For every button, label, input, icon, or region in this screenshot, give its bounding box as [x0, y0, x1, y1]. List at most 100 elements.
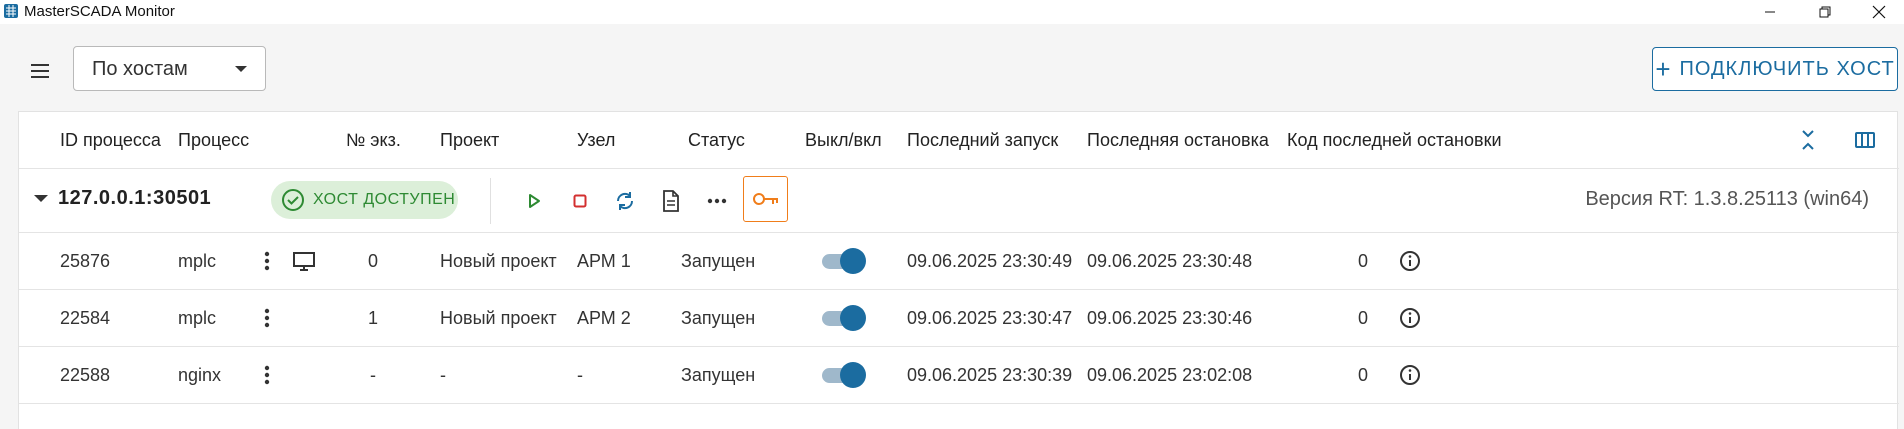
process-cell: mplc — [178, 251, 217, 271]
last-stop-cell: 09.06.2025 23:30:48 — [1087, 251, 1253, 271]
pid-cell: 22588 — [60, 365, 111, 385]
last-stop-cell: 09.06.2025 23:30:46 — [1087, 308, 1253, 328]
license-key-button[interactable] — [743, 176, 788, 222]
instance-cell: - — [370, 365, 376, 385]
play-icon — [529, 194, 540, 208]
open-monitor-button[interactable] — [292, 250, 316, 272]
process-table: ID процесса Процесс № экз. Проект Узел С… — [18, 111, 1899, 429]
plus-icon: + — [1655, 54, 1672, 84]
toggle-knob — [840, 248, 866, 274]
connect-host-label: ПОДКЛЮЧИТЬ ХОСТ — [1679, 57, 1895, 80]
enable-toggle[interactable] — [820, 362, 868, 388]
stop-code-cell: 0 — [1358, 365, 1369, 385]
stop-host-button[interactable] — [566, 187, 594, 215]
project-cell: Новый проект — [440, 251, 557, 271]
column-header-status[interactable]: Статус — [688, 112, 745, 168]
column-header-instance[interactable]: № экз. — [346, 112, 401, 168]
menu-button[interactable] — [24, 58, 56, 84]
last-start-cell: 09.06.2025 23:30:39 — [907, 365, 1073, 385]
host-log-button[interactable] — [657, 187, 685, 215]
project-cell: - — [440, 365, 446, 385]
check-circle-icon — [282, 189, 304, 211]
kebab-menu-icon — [264, 251, 270, 271]
columns-button[interactable] — [1853, 128, 1877, 152]
info-icon[interactable] — [1399, 250, 1421, 272]
last-stop-cell: 09.06.2025 23:02:08 — [1087, 365, 1253, 385]
column-header-toggle[interactable]: Выкл/вкл — [805, 112, 882, 168]
info-icon[interactable] — [1399, 364, 1421, 386]
title-bar: MasterSCADA Monitor — [0, 0, 1904, 24]
monitor-icon — [293, 252, 315, 271]
app-logo-icon — [4, 4, 18, 18]
stop-code-cell: 0 — [1358, 251, 1369, 271]
project-cell: Новый проект — [440, 308, 557, 328]
kebab-menu-icon — [264, 308, 270, 328]
last-start-cell: 09.06.2025 23:30:49 — [907, 251, 1073, 271]
start-host-button[interactable] — [520, 187, 548, 215]
pid-cell: 25876 — [60, 251, 111, 271]
column-header-stop-code[interactable]: Код последней остановки — [1287, 112, 1502, 168]
toggle-knob — [840, 362, 866, 388]
status-cell: Запущен — [681, 308, 756, 328]
pid-cell: 22584 — [60, 308, 111, 328]
column-header-pid[interactable]: ID процесса — [60, 112, 161, 168]
expand-caret-icon[interactable] — [34, 195, 48, 202]
connect-host-button[interactable]: + ПОДКЛЮЧИТЬ ХОСТ — [1652, 47, 1898, 91]
minimize-icon — [1765, 11, 1775, 13]
last-start-cell: 09.06.2025 23:30:47 — [907, 308, 1073, 328]
table-row: 22584 mplc 1 Новый проект АРМ 2 Запущен … — [19, 290, 1899, 346]
restore-button[interactable] — [1800, 0, 1850, 24]
kebab-menu-icon — [264, 365, 270, 385]
restart-host-button[interactable] — [611, 187, 639, 215]
group-by-select[interactable]: По хостам — [73, 46, 266, 91]
status-cell: Запущен — [681, 365, 756, 385]
close-icon — [1872, 5, 1886, 19]
table-row: 22588 nginx - - - Запущен 09.06.2025 23:… — [19, 347, 1899, 403]
host-more-button[interactable] — [703, 187, 731, 215]
row-menu-button[interactable] — [257, 362, 277, 388]
divider — [490, 178, 491, 224]
column-header-last-start[interactable]: Последний запуск — [907, 112, 1058, 168]
status-cell: Запущен — [681, 251, 756, 271]
column-header-last-stop[interactable]: Последняя остановка — [1087, 112, 1269, 168]
info-icon[interactable] — [1399, 307, 1421, 329]
host-status-badge: ХОСТ ДОСТУПЕН — [271, 181, 458, 219]
stop-code-cell: 0 — [1358, 308, 1369, 328]
document-icon — [663, 190, 679, 212]
toggle-knob — [840, 305, 866, 331]
instance-cell: 1 — [368, 308, 379, 328]
collapse-all-icon — [1802, 130, 1814, 150]
stop-icon — [573, 194, 587, 208]
node-cell: АРМ 1 — [577, 251, 631, 271]
key-icon — [752, 193, 778, 205]
row-divider — [19, 403, 1899, 404]
enable-toggle[interactable] — [820, 248, 868, 274]
column-header-process[interactable]: Процесс — [178, 112, 249, 168]
process-cell: nginx — [178, 365, 222, 385]
node-cell: АРМ 2 — [577, 308, 631, 328]
restore-icon — [1819, 6, 1831, 18]
host-status-text: ХОСТ ДОСТУПЕН — [313, 191, 456, 208]
row-menu-button[interactable] — [257, 248, 277, 274]
more-icon — [707, 198, 727, 204]
restart-icon — [616, 192, 634, 210]
group-by-value: По хостам — [92, 58, 188, 80]
process-cell: mplc — [178, 308, 217, 328]
columns-icon — [1855, 132, 1875, 148]
close-button[interactable] — [1854, 0, 1904, 24]
row-menu-button[interactable] — [257, 305, 277, 331]
hamburger-menu-icon — [31, 64, 49, 78]
minimize-button[interactable] — [1745, 0, 1795, 24]
column-header-node[interactable]: Узел — [577, 112, 615, 168]
instance-cell: 0 — [368, 251, 379, 271]
node-cell: - — [577, 365, 583, 385]
table-row: 25876 mplc 0 Новый проект АРМ 1 Запущен … — [19, 233, 1899, 289]
host-address: 127.0.0.1:30501 — [58, 187, 212, 209]
collapse-all-button[interactable] — [1796, 128, 1820, 152]
header-divider — [19, 168, 1899, 169]
column-header-project[interactable]: Проект — [440, 112, 499, 168]
window-title: MasterSCADA Monitor — [24, 3, 175, 20]
enable-toggle[interactable] — [820, 305, 868, 331]
dropdown-arrow-icon — [235, 66, 247, 72]
rt-version: Версия RT: 1.3.8.25113 (win64) — [1585, 188, 1869, 210]
